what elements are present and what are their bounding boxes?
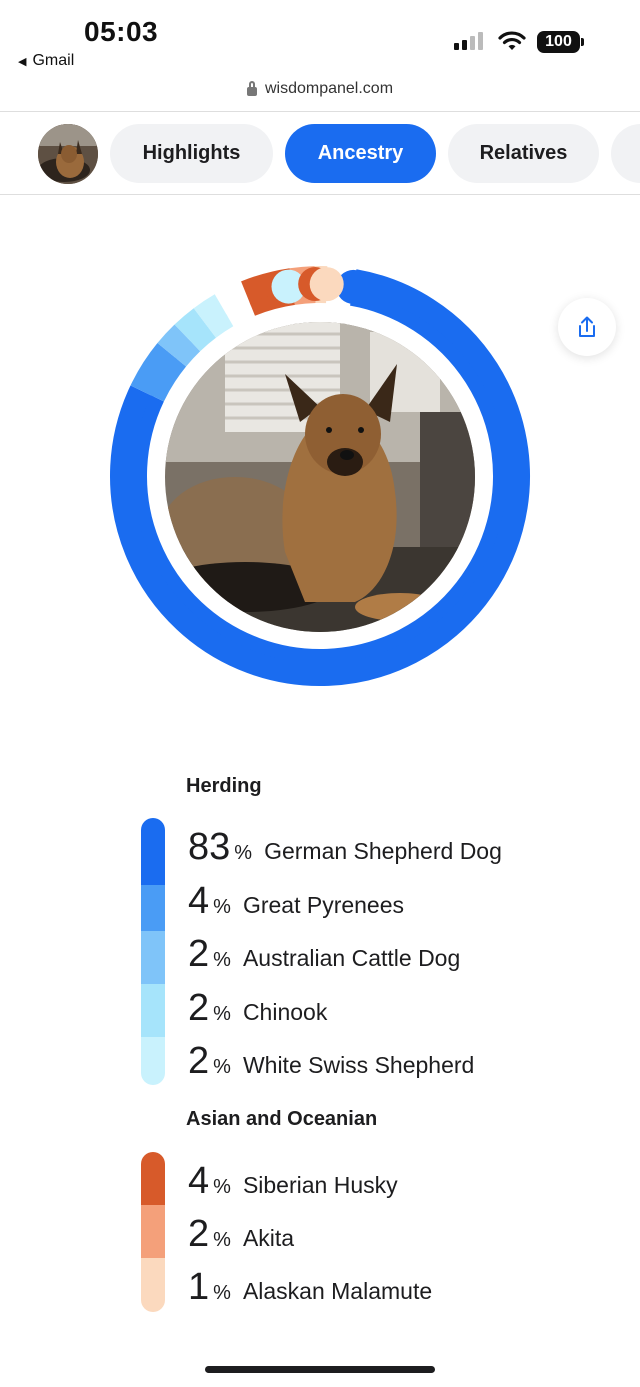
percent-sign: %: [213, 1229, 231, 1251]
percent-sign: %: [213, 1282, 231, 1304]
dog-photo: [165, 322, 475, 632]
home-indicator[interactable]: [205, 1366, 435, 1373]
breed-name: German Shepherd Dog: [264, 838, 502, 864]
ring-segment-inner: [207, 314, 234, 338]
back-triangle-icon: ◀: [18, 55, 27, 68]
wifi-icon: [498, 31, 526, 50]
breed-name: Siberian Husky: [242, 1172, 398, 1198]
herding-bar-segment: [141, 818, 165, 885]
lock-icon: [246, 80, 257, 96]
ring-segment-outer: [193, 294, 228, 330]
back-app-label: Gmail: [32, 52, 75, 69]
group-title-herding: Herding: [186, 775, 262, 797]
breed-name: White Swiss Shepherd: [242, 1052, 475, 1078]
breed-row[interactable]: 2% Australian Cattle Dog: [188, 933, 460, 976]
tab-relatives[interactable]: Relatives: [448, 124, 599, 183]
breed-percent: 4: [188, 1160, 210, 1202]
status-time: 05:03: [84, 16, 159, 47]
breed-row[interactable]: 1% Alaskan Malamute: [188, 1266, 432, 1309]
tabs-divider: [0, 194, 640, 195]
percent-sign: %: [234, 842, 253, 864]
tab-ancestry[interactable]: Ancestry: [285, 124, 436, 183]
breed-name: Great Pyrenees: [242, 892, 405, 918]
breed-name: Alaskan Malamute: [242, 1278, 433, 1304]
ring-end-cap: [309, 267, 344, 302]
percent-sign: %: [213, 1056, 231, 1078]
ring-segment-outer: [157, 324, 193, 360]
breed-row[interactable]: 2% White Swiss Shepherd: [188, 1040, 474, 1083]
herding-bar-segment: [141, 885, 165, 931]
asian-bar-segment: [141, 1152, 165, 1205]
breed-row[interactable]: 2% Chinook: [188, 987, 327, 1030]
asian-bar-segment: [141, 1205, 165, 1258]
asian-oceanian-color-bar: [141, 1152, 165, 1312]
breed-percent: 1: [188, 1266, 210, 1308]
herding-color-bar: [141, 818, 165, 1085]
breed-percent: 4: [188, 880, 210, 922]
dog-avatar[interactable]: [38, 124, 98, 184]
breed-row[interactable]: 2% Akita: [188, 1213, 294, 1256]
group-title-asian-oceanian: Asian and Oceanian: [186, 1108, 378, 1130]
back-to-app-button[interactable]: ◀ Gmail: [18, 52, 74, 70]
url-text: wisdompanel.com: [264, 80, 394, 97]
breed-percent: 2: [188, 1040, 210, 1082]
percent-sign: %: [213, 1176, 231, 1198]
share-button[interactable]: [558, 298, 616, 356]
tab-next-partial[interactable]: [611, 124, 640, 183]
address-divider: [0, 111, 640, 112]
percent-sign: %: [213, 1003, 231, 1025]
herding-bar-segment: [141, 931, 165, 984]
breed-percent: 2: [188, 1213, 210, 1255]
ring-segment-outer: [174, 308, 210, 344]
percent-sign: %: [213, 949, 231, 971]
address-bar[interactable]: wisdompanel.com: [0, 80, 640, 98]
breed-name: Chinook: [242, 999, 328, 1025]
breed-percent: 83: [188, 826, 231, 868]
percent-sign: %: [213, 896, 231, 918]
breed-row[interactable]: 83% German Shepherd Dog: [188, 826, 502, 869]
battery-icon: 100: [537, 31, 584, 53]
breed-percent: 2: [188, 987, 210, 1029]
herding-bar-segment: [141, 1037, 165, 1085]
cell-signal-icon: [454, 32, 483, 50]
tab-highlights[interactable]: Highlights: [110, 124, 273, 183]
herding-bar-segment: [141, 984, 165, 1037]
breed-name: Akita: [242, 1225, 295, 1251]
breed-name: Australian Cattle Dog: [242, 945, 461, 971]
breed-row[interactable]: 4% Great Pyrenees: [188, 880, 404, 923]
breed-row[interactable]: 4% Siberian Husky: [188, 1160, 398, 1203]
breed-percent: 2: [188, 933, 210, 975]
share-icon: [579, 316, 595, 337]
asian-bar-segment: [141, 1258, 165, 1312]
